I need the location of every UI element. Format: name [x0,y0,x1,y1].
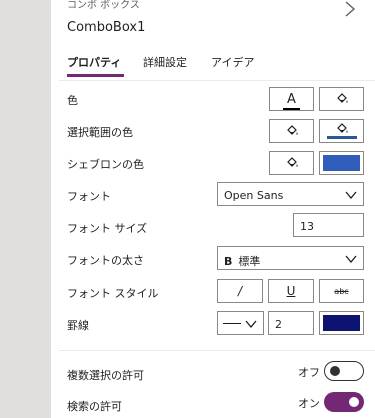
chevron-fill-swatch[interactable] [319,151,364,175]
paint-bucket-icon [286,157,297,167]
chevron-color-label: シェブロンの色 [67,158,144,171]
chevron-fill-color [323,155,360,171]
font-weight-display: B 標準 [224,253,260,269]
section-divider [59,350,375,351]
font-weight-value: 標準 [238,255,261,268]
text-color-glyph: A [287,91,296,107]
control-name: ComboBox1 [67,20,146,35]
font-weight-dropdown[interactable]: B 標準 [217,246,364,270]
text-color-button[interactable]: A [269,87,314,111]
border-label: 罫線 [67,319,89,332]
border-fill-color [323,315,360,331]
paint-bucket-icon [336,93,347,103]
bold-glyph-icon: B [224,255,233,268]
fill-color-button[interactable] [319,87,364,111]
font-dropdown[interactable]: Open Sans [217,182,364,206]
search-allow-label: 検索の許可 [67,400,122,413]
underline-button[interactable]: U [268,279,314,303]
font-value: Open Sans [224,189,284,202]
border-style-dropdown[interactable] [217,311,264,335]
font-weight-label: フォントの太さ [67,254,144,267]
border-line-style-icon [223,323,241,324]
border-width-value: 2 [275,318,282,331]
selection-color-label: 選択範囲の色 [67,126,133,139]
multi-select-state-text: オフ [298,366,320,379]
chevron-right-icon[interactable] [344,0,356,18]
selection-text-color-button[interactable] [269,119,314,143]
chevron-down-icon [245,320,257,329]
search-toggle[interactable] [324,392,364,412]
paint-bucket-icon [336,123,347,133]
canvas-edge [0,0,51,418]
font-size-label: フォント サイズ [67,222,148,235]
underline-icon: U [286,284,296,298]
paint-bucket-icon [286,125,297,135]
selection-fill-bar [326,136,357,139]
font-size-input[interactable]: 13 [293,213,364,237]
chevron-down-icon [345,255,357,264]
tab-advanced[interactable]: 詳細設定 [143,54,187,70]
color-label: 色 [67,94,78,107]
chevron-text-color-button[interactable] [269,151,314,175]
control-type-label: コンボ ボックス [67,0,140,11]
multi-select-toggle[interactable] [324,361,364,381]
font-style-label: フォント スタイル [67,287,159,300]
multi-select-label: 複数選択の許可 [67,369,144,382]
text-color-icon: A [283,91,300,110]
properties-panel: コンボ ボックス ComboBox1 プロパティ 詳細設定 アイデア 色 A 選… [51,0,375,418]
strikethrough-icon: abc [334,286,349,296]
italic-icon: / [237,284,243,298]
tab-divider [59,80,375,81]
strikethrough-button[interactable]: abc [319,279,364,303]
tab-ideas[interactable]: アイデア [211,54,254,70]
search-state-text: オン [298,397,320,410]
selection-fill-color-button[interactable] [319,119,364,143]
font-size-value: 13 [300,220,314,233]
border-width-input[interactable]: 2 [268,311,314,335]
toggle-knob [330,366,340,376]
italic-button[interactable]: / [217,279,263,303]
font-label: フォント [67,190,111,203]
active-tab-indicator [67,74,124,77]
tab-properties[interactable]: プロパティ [67,54,121,70]
chevron-down-icon [345,191,357,200]
toggle-knob [349,397,359,407]
border-color-swatch[interactable] [319,311,364,335]
